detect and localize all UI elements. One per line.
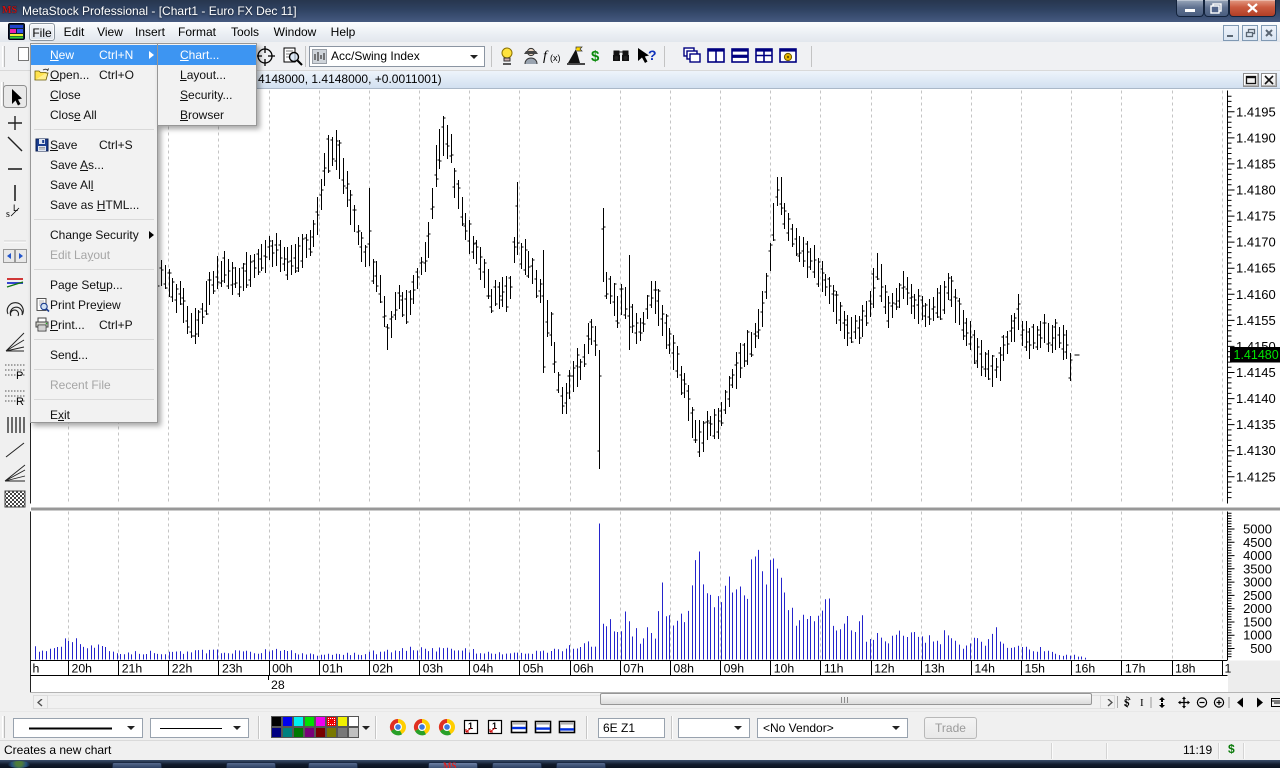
svg-text:I: I [1140, 697, 1144, 709]
svg-text:1.4170: 1.4170 [1236, 235, 1276, 250]
svg-text:P: P [16, 370, 23, 382]
svg-text:05h: 05h [523, 662, 544, 676]
svg-text:23h: 23h [222, 662, 243, 676]
svg-text:R: R [16, 396, 24, 408]
svg-text:13h: 13h [924, 662, 945, 676]
svg-text:1.4130: 1.4130 [1236, 443, 1276, 458]
svg-text:1.4135: 1.4135 [1236, 417, 1276, 432]
svg-text:h: h [33, 662, 40, 676]
svg-text:11h: 11h [824, 662, 844, 676]
svg-text:08h: 08h [673, 662, 694, 676]
svg-text:1: 1 [1225, 662, 1232, 676]
svg-text:04h: 04h [473, 662, 494, 676]
svg-text:(x): (x) [550, 53, 561, 63]
svg-text:03h: 03h [423, 662, 444, 676]
svg-text:12h: 12h [874, 662, 895, 676]
svg-text:1.4155: 1.4155 [1236, 313, 1276, 328]
svg-text:1.4190: 1.4190 [1236, 130, 1276, 145]
svg-text:20h: 20h [72, 662, 93, 676]
svg-text:14h: 14h [974, 662, 995, 676]
svg-text:1.4160: 1.4160 [1236, 287, 1276, 302]
svg-text:?: ? [648, 47, 657, 63]
svg-text:500: 500 [1250, 641, 1272, 656]
svg-text:1.4185: 1.4185 [1236, 156, 1276, 171]
svg-text:22h: 22h [172, 662, 193, 676]
svg-text:18h: 18h [1175, 662, 1196, 676]
svg-text:1.4195: 1.4195 [1236, 104, 1276, 119]
svg-text:01h: 01h [322, 662, 343, 676]
svg-text:1.4175: 1.4175 [1236, 209, 1276, 224]
svg-text:02h: 02h [373, 662, 394, 676]
svg-text:1.4165: 1.4165 [1236, 261, 1276, 276]
svg-text:06h: 06h [573, 662, 594, 676]
svg-text:16h: 16h [1075, 662, 1096, 676]
svg-text:f: f [543, 49, 549, 64]
svg-text:09h: 09h [724, 662, 745, 676]
svg-text:28: 28 [271, 678, 285, 692]
svg-text:$: $ [591, 48, 600, 65]
svg-text:1.4125: 1.4125 [1236, 469, 1276, 484]
svg-text:21h: 21h [122, 662, 143, 676]
svg-text:s: s [6, 209, 10, 220]
svg-text:17h: 17h [1125, 662, 1146, 676]
svg-text:1.4140: 1.4140 [1236, 391, 1276, 406]
svg-text:07h: 07h [623, 662, 644, 676]
svg-text:1.4180: 1.4180 [1236, 183, 1276, 198]
svg-text:15h: 15h [1025, 662, 1046, 676]
svg-text:10h: 10h [774, 662, 795, 676]
svg-text:00h: 00h [272, 662, 293, 676]
svg-text:1.41480: 1.41480 [1234, 348, 1279, 362]
svg-text:1.4145: 1.4145 [1236, 365, 1276, 380]
